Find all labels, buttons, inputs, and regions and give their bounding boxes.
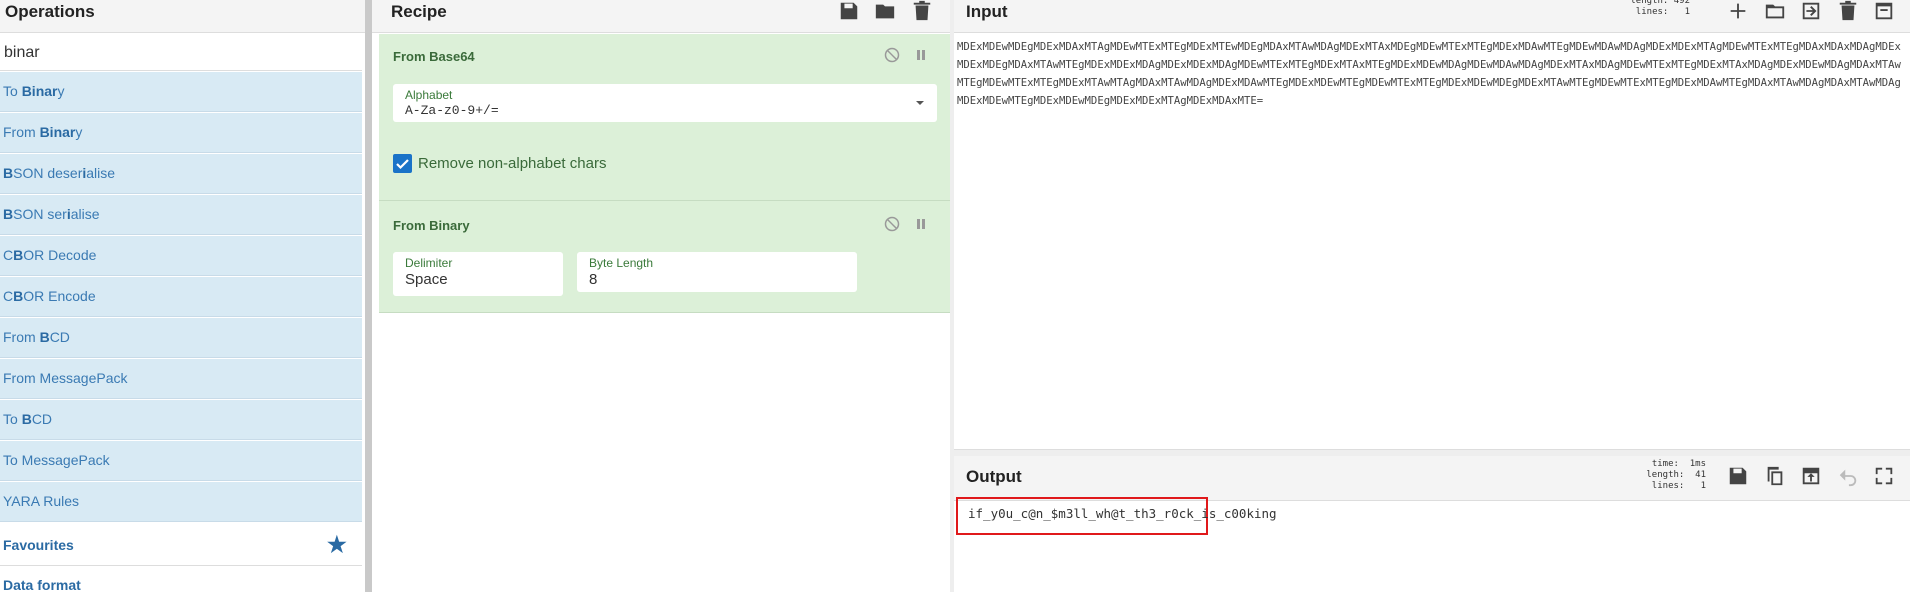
alphabet-label: Alphabet [405,88,453,102]
replace-input-icon[interactable] [1800,465,1822,487]
operation-match: Binar [39,124,76,140]
reset-layout-icon[interactable] [1873,0,1895,22]
operation-label: C [3,247,14,263]
operation-label: From [3,124,40,140]
save-recipe-icon[interactable] [838,0,860,22]
output-text[interactable]: if_y0u_c@n_$m3ll_wh@t_th3_r0ck_is_c00kin… [956,497,1277,535]
operation-label: OR Encode [23,288,96,304]
data-format-label: Data format [3,577,81,593]
favourites-category[interactable]: Favourites ★ [0,526,362,566]
alphabet-select[interactable]: Alphabet A-Za-z0-9+/= [393,84,937,122]
operation-item[interactable]: CBOR Decode [0,236,362,276]
operation-match: B [13,247,24,263]
operation-label: C [3,288,14,304]
operation-label: YARA Rules [3,493,79,509]
operations-divider[interactable] [365,0,372,592]
save-output-icon[interactable] [1727,465,1749,487]
operation-label: alise [86,165,116,181]
operation-match: B [13,288,24,304]
output-title: Output [966,467,1022,486]
byte-length-value: 8 [589,271,598,288]
step-title: From Binary [393,218,470,233]
operations-title: Operations [5,2,95,21]
delimiter-value: Space [405,271,448,288]
disable-step-icon[interactable] [884,47,900,63]
operation-label: To MessagePack [3,452,110,468]
alphabet-value: A-Za-z0-9+/= [405,103,499,118]
operation-label: OR Decode [23,247,97,263]
output-stats: time: 1ms length: 41 lines: 1 [1646,459,1706,491]
open-file-icon[interactable] [1800,0,1822,22]
pause-step-icon[interactable] [913,216,929,232]
add-tab-icon[interactable] [1727,0,1749,22]
operation-item[interactable]: From Binary [0,113,362,153]
byte-length-label: Byte Length [589,256,654,270]
pause-step-icon[interactable] [913,47,929,63]
operation-label: CD [49,329,70,345]
operation-item[interactable]: To Binary [0,72,362,112]
operation-match: B [3,206,14,222]
operation-label: SON ser [13,206,67,222]
star-icon: ★ [327,532,347,557]
copy-output-icon[interactable] [1764,465,1786,487]
input-stats: length: 492 lines: 1 [1630,0,1690,17]
remove-non-alphabet-checkbox[interactable] [393,154,412,173]
open-folder-icon[interactable] [1764,0,1786,22]
operation-label: SON deser [13,165,83,181]
byte-length-input[interactable]: Byte Length 8 [577,252,857,292]
operation-label: y [75,124,83,140]
operation-match: B [39,329,50,345]
operations-search-input[interactable] [0,35,362,71]
operation-label: To [3,83,22,99]
operation-item[interactable]: To BCD [0,400,362,440]
operation-item[interactable]: To MessagePack [0,441,362,481]
step-title: From Base64 [393,49,475,64]
clear-recipe-icon[interactable] [911,0,933,22]
operation-item[interactable]: CBOR Encode [0,277,362,317]
recipe-io-divider[interactable] [950,0,954,592]
delimiter-select[interactable]: Delimiter Space [393,252,563,296]
disable-step-icon[interactable] [884,216,900,232]
remove-non-alphabet-label: Remove non-alphabet chars [418,155,607,172]
recipe-header [372,0,952,33]
operation-label: From [3,329,40,345]
operation-label: From MessagePack [3,370,128,386]
operation-label: alise [70,206,100,222]
operation-item[interactable]: BSON serialise [0,195,362,235]
maximise-icon[interactable] [1873,465,1895,487]
input-textarea[interactable]: MDExMDEwMDEgMDExMDAxMTAgMDEwMTExMTEgMDEx… [957,38,1907,110]
operation-item[interactable]: YARA Rules [0,482,362,522]
delimiter-label: Delimiter [405,256,453,270]
clear-input-icon[interactable] [1837,0,1859,22]
data-format-category[interactable]: Data format [0,566,362,593]
chevron-down-icon [915,99,925,107]
operation-label: y [57,83,65,99]
operation-label: To [3,411,22,427]
undo-icon[interactable] [1837,465,1859,487]
favourites-label: Favourites [3,537,74,553]
input-title: Input [966,2,1008,21]
recipe-title: Recipe [391,2,447,21]
operation-item[interactable]: From BCD [0,318,362,358]
operation-match: B [3,165,14,181]
operation-item[interactable]: From MessagePack [0,359,362,399]
operation-label: CD [31,411,53,427]
operation-match: Binar [21,83,58,99]
operation-item[interactable]: BSON deserialise [0,154,362,194]
operation-match: B [21,411,32,427]
load-recipe-icon[interactable] [874,0,896,22]
